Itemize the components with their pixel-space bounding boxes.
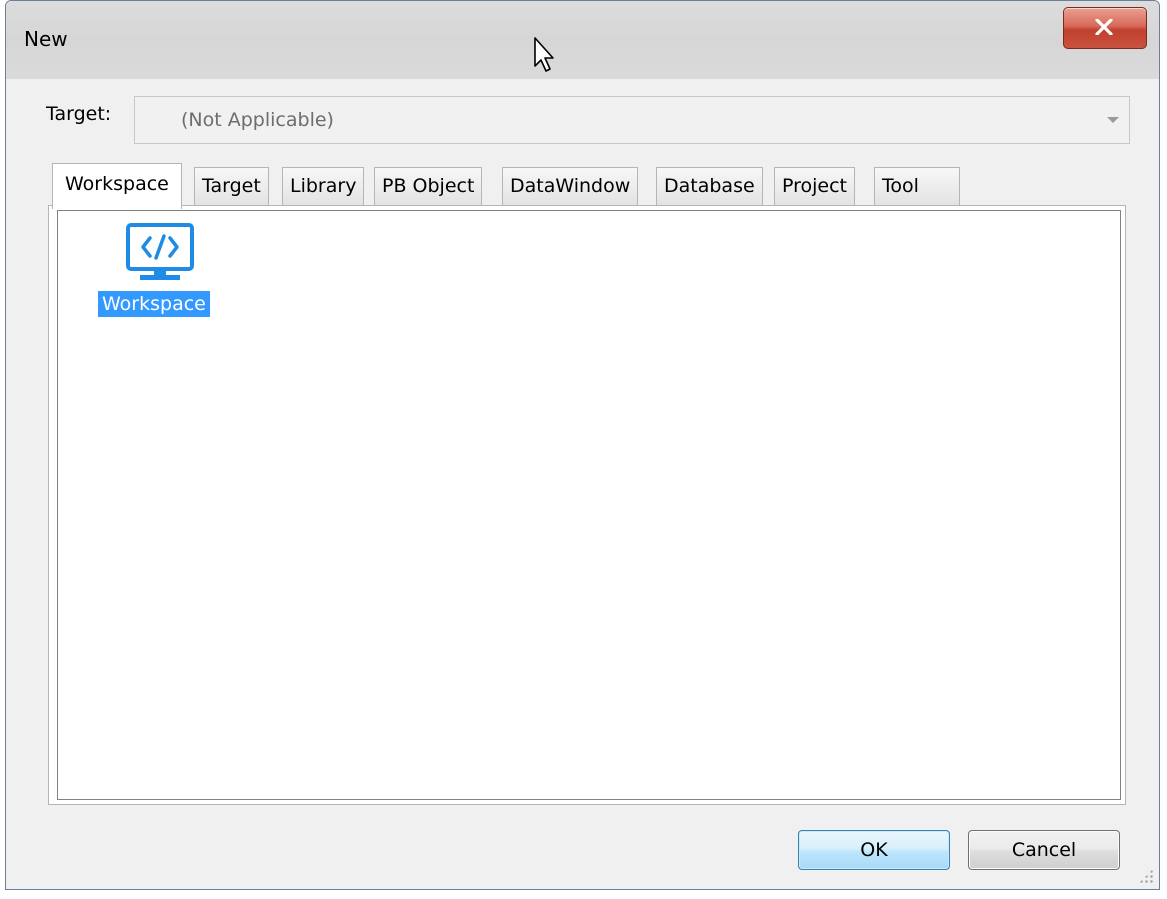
tab-workspace[interactable]: Workspace (52, 163, 182, 209)
tab-project[interactable]: Project (774, 167, 856, 205)
window-title: New (24, 27, 68, 51)
tab-target[interactable]: Target (194, 167, 269, 205)
chevron-down-icon[interactable] (1107, 117, 1119, 123)
target-dropdown-value: (Not Applicable) (181, 109, 334, 131)
tab-database[interactable]: Database (656, 167, 763, 205)
target-dropdown[interactable]: (Not Applicable) (134, 96, 1130, 144)
close-icon (1095, 19, 1113, 35)
tab-pb-object[interactable]: PB Object (374, 167, 483, 205)
title-bar[interactable]: New (6, 1, 1159, 79)
dialog-body: Target: (Not Applicable) Workspace Targe… (6, 79, 1159, 889)
list-item-workspace[interactable]: Workspace (98, 223, 222, 323)
mouse-cursor-icon (534, 37, 554, 72)
tab-panel: Workspace (48, 205, 1126, 805)
item-list: Workspace (57, 210, 1121, 800)
resize-grip-icon[interactable] (1139, 869, 1153, 883)
target-label: Target: (46, 103, 112, 125)
workspace-monitor-code-icon (126, 223, 194, 280)
new-dialog-window: New Target: (Not Applicable) Workspace T… (5, 0, 1160, 890)
tab-datawindow[interactable]: DataWindow (502, 167, 639, 205)
tab-tool[interactable]: Tool (874, 167, 960, 205)
close-button[interactable] (1063, 7, 1147, 49)
list-item-label: Workspace (98, 291, 210, 317)
tab-library[interactable]: Library (282, 167, 365, 205)
ok-button[interactable]: OK (798, 830, 950, 870)
cancel-button[interactable]: Cancel (968, 830, 1120, 870)
